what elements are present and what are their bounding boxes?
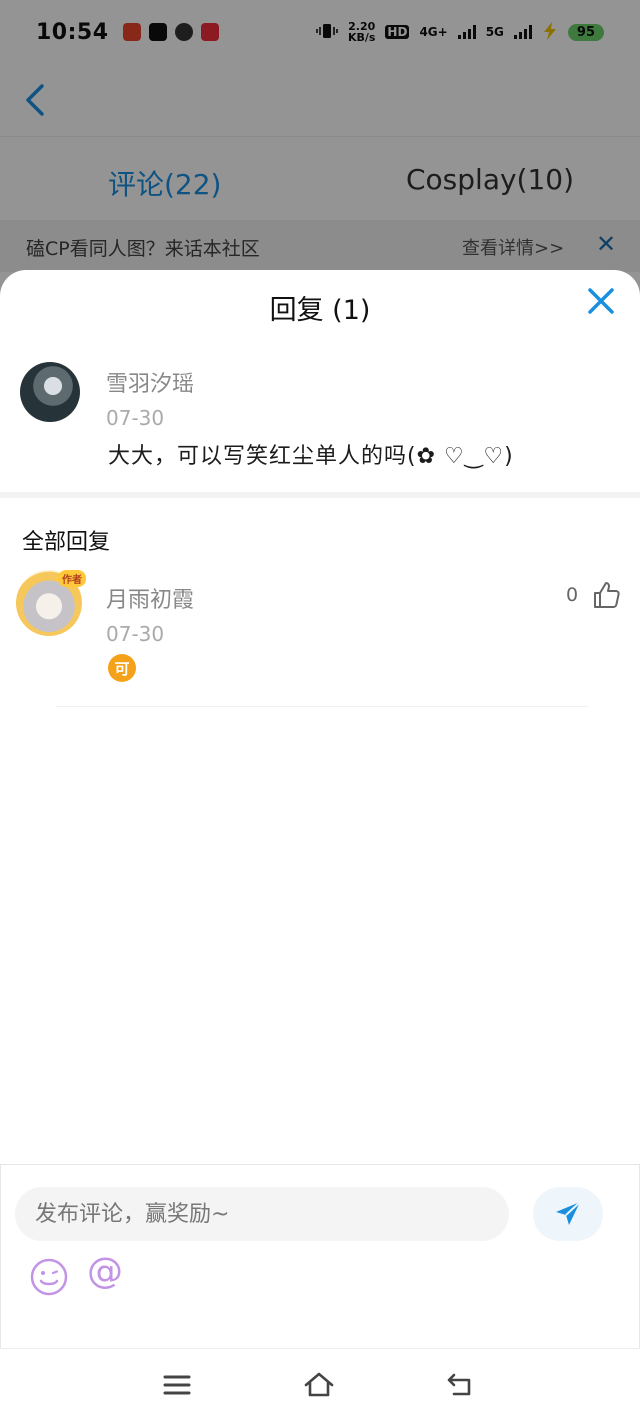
avatar[interactable]: [20, 362, 80, 422]
reply-date: 07-30: [106, 622, 165, 646]
sheet-title: 回复 (1): [269, 295, 371, 326]
thumbs-up-icon[interactable]: [592, 580, 622, 610]
close-icon[interactable]: [584, 284, 618, 318]
author-badge: 作者: [58, 570, 86, 587]
home-icon[interactable]: [302, 1369, 336, 1401]
all-replies-title: 全部回复: [22, 530, 111, 555]
original-comment-content: 大大，可以写笑红尘单人的吗(✿ ♡‿♡): [108, 444, 514, 469]
original-comment-username[interactable]: 雪羽汐瑶: [106, 366, 194, 398]
reply-username[interactable]: 月雨初霞: [106, 582, 194, 614]
original-comment-date: 07-30: [106, 406, 165, 430]
system-nav-bar: [0, 1348, 640, 1422]
like-count: 0: [566, 584, 579, 606]
reply-emoji: 可: [108, 654, 136, 682]
comment-input[interactable]: [15, 1187, 509, 1241]
send-button[interactable]: [533, 1187, 603, 1241]
send-icon: [556, 1201, 581, 1225]
row-divider: [56, 706, 588, 707]
menu-icon[interactable]: [160, 1369, 194, 1401]
smiley-icon[interactable]: [29, 1257, 69, 1297]
comment-input-area: @: [0, 1164, 640, 1348]
mention-button[interactable]: @: [87, 1251, 123, 1292]
section-divider: [0, 492, 640, 498]
dim-overlay[interactable]: [0, 0, 640, 300]
back-icon[interactable]: [444, 1369, 478, 1401]
